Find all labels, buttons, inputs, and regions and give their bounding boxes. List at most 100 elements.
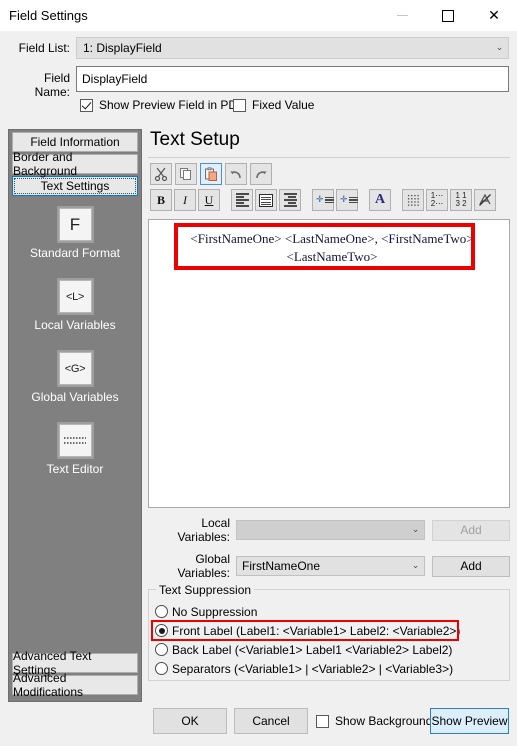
minimize-button[interactable] [379,0,425,31]
advanced-text-settings-button[interactable]: Advanced Text Settings [12,649,138,677]
maximize-icon [442,9,454,22]
show-preview-field-checkbox[interactable] [80,98,93,112]
global-variables-glyph: <G> [64,362,86,375]
show-background-label: Show Background [335,714,433,728]
sort-button[interactable]: 1 13 2 [450,189,472,211]
fixed-value-checkbox-row[interactable]: Fixed Value [233,98,314,112]
copy-button[interactable] [175,163,197,185]
radio-front-label-button[interactable] [155,624,168,637]
paste-button[interactable] [200,163,222,185]
local-variables-add-label: Add [460,523,482,537]
radio-no-suppression[interactable]: No Suppression [155,602,503,621]
radio-back-label-button[interactable] [155,643,168,656]
sort-icon: 1 13 2 [455,191,467,208]
global-variables-dropdown[interactable]: FirstNameOne ⌄ [236,556,425,576]
fixed-value-label: Fixed Value [252,98,315,112]
undo-icon [230,171,241,179]
clear-formatting-button[interactable] [474,189,496,211]
top-form-area: Field List: 1: DisplayField ⌄ Field Name… [0,32,517,118]
radio-front-label[interactable]: Front Label (Label1: <Variable1> Label2:… [151,620,503,641]
global-variables-add-button[interactable]: Add [432,555,510,577]
local-variables-row: Local Variables: ⌄ Add [148,516,510,544]
maximize-button[interactable] [425,0,471,31]
close-button[interactable]: ✕ [471,0,517,31]
ok-label: OK [181,714,199,728]
sidebar-item-global-variables-label: Global Variables [31,390,119,404]
radio-separators-button[interactable] [155,662,168,675]
sidebar-item-standard-format[interactable]: F Standard Format [9,208,141,260]
caption-button-group: ✕ [379,0,517,31]
show-background-checkbox-row[interactable]: Show Background [316,714,432,728]
sidebar-tab-border-and-background-label: Border and Background [13,150,78,178]
cut-icon [154,167,168,181]
underline-icon: U [204,192,214,207]
advanced-modifications-button[interactable]: Advanced Modifications [12,671,138,699]
toolbar-formatting: B I U ✛ ✛ A 1⋯ 2⋯ 1 1 3 2 [148,185,510,211]
bullet-list-button[interactable] [402,189,424,211]
show-preview-button-label: Show Preview [431,714,508,728]
show-background-checkbox[interactable] [316,714,329,728]
indent-decrease-icon: ✛ [340,195,358,205]
local-variables-glyph: <L> [65,290,85,303]
field-list-dropdown[interactable]: 1: DisplayField ⌄ [76,37,509,59]
close-icon: ✕ [488,7,500,24]
ok-button[interactable]: OK [153,708,227,734]
sidebar-icon-list: F Standard Format <L> Local Variables <G… [9,208,141,476]
sidebar-tab-field-information-label: Field Information [30,135,120,149]
sidebar-item-standard-format-label: Standard Format [29,246,121,260]
advanced-modifications-label: Advanced Modifications [13,671,84,699]
italic-button[interactable]: I [174,189,196,211]
cancel-label: Cancel [252,714,290,728]
field-name-label: Field Name: [34,71,70,99]
align-left-button[interactable] [231,189,253,211]
chevron-down-icon: ⌄ [495,43,504,53]
undo-button[interactable] [225,163,247,185]
font-color-icon: A [374,192,386,207]
field-list-value: 1: DisplayField [83,41,162,55]
radio-no-suppression-label: No Suppression [172,604,258,619]
align-justify-button[interactable] [255,189,277,211]
bold-icon: B [156,192,165,207]
title-bar: Field Settings ✕ [0,0,517,32]
sidebar-item-local-variables[interactable]: <L> Local Variables [9,280,141,332]
show-preview-button[interactable]: Show Preview [430,708,509,734]
indent-increase-button[interactable]: ✛ [312,189,334,211]
sidebar-item-global-variables[interactable]: <G> Global Variables [9,352,141,404]
text-editor-area[interactable]: <FirstNameOne> <LastNameOne>, <FirstName… [148,219,510,508]
cancel-button[interactable]: Cancel [234,708,308,734]
text-editor-dots [64,434,86,447]
cut-button[interactable] [150,163,172,185]
indent-decrease-button[interactable]: ✛ [336,189,358,211]
align-right-button[interactable] [279,189,301,211]
font-color-button[interactable]: A [369,189,391,211]
underline-button[interactable]: U [198,189,220,211]
align-left-icon [235,192,249,209]
field-name-value: DisplayField [82,72,148,86]
local-variables-dropdown[interactable]: ⌄ [236,520,425,540]
global-variables-label: Global Variables: [177,552,230,580]
field-settings-window: Field Settings ✕ Field List: 1: DisplayF… [0,0,517,746]
sidebar-tab-border-and-background[interactable]: Border and Background [12,150,138,178]
show-preview-field-checkbox-row[interactable]: Show Preview Field in PDF [80,98,244,112]
field-list-label: Field List: [18,41,70,55]
sidebar-tab-field-information[interactable]: Field Information [12,132,138,152]
radio-no-suppression-button[interactable] [155,605,168,618]
sidebar-tab-text-settings[interactable]: Text Settings [12,176,138,196]
format-F-glyph: F [69,214,81,234]
align-justify-icon [259,193,273,207]
italic-icon: I [183,192,187,207]
local-variables-label: Local Variables: [177,516,230,544]
sidebar-item-text-editor[interactable]: Text Editor [9,424,141,476]
local-variables-add-button[interactable]: Add [432,519,510,541]
radio-separators[interactable]: Separators (<Variable1> | <Variable2> | … [155,659,503,678]
chevron-down-icon: ⌄ [411,561,420,571]
chevron-down-icon: ⌄ [411,525,420,535]
field-name-input[interactable]: DisplayField [76,66,509,92]
show-preview-field-label: Show Preview Field in PDF [99,98,245,112]
redo-button[interactable] [250,163,272,185]
radio-back-label[interactable]: Back Label (<Variable1> Label1 <Variable… [155,640,503,659]
bold-button[interactable]: B [150,189,172,211]
format-F-icon: F [58,208,92,241]
numbered-list-button[interactable]: 1⋯ 2⋯ [426,189,448,211]
fixed-value-checkbox[interactable] [233,98,246,112]
